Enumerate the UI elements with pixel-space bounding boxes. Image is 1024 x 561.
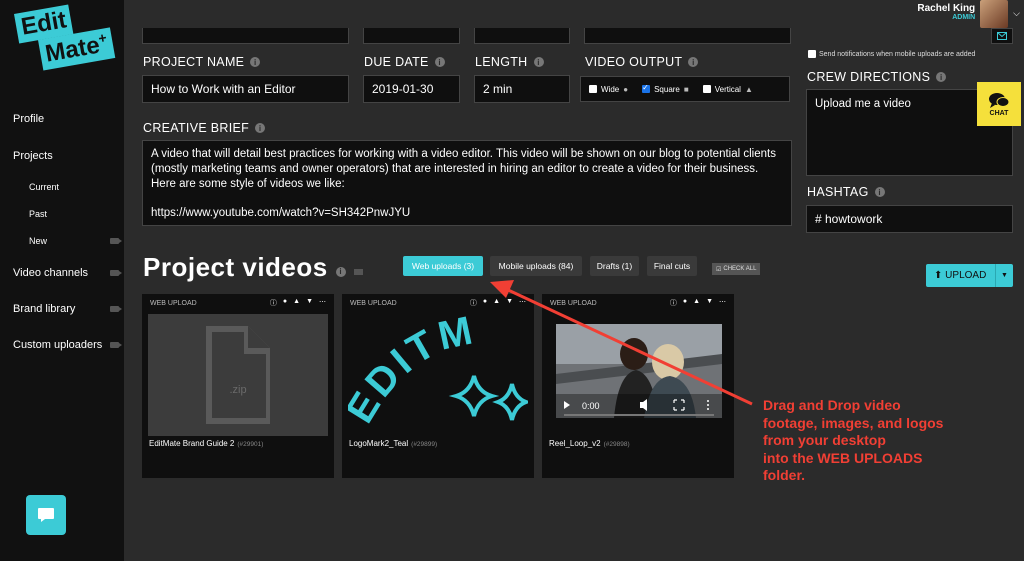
annotation-line: into the WEB UPLOADS bbox=[763, 449, 923, 466]
annotation-line: Drag and Drop video bbox=[763, 397, 901, 413]
annotation-text: Drag and Drop video footage, images, and… bbox=[763, 397, 1013, 485]
annotation-line: folder. bbox=[763, 467, 806, 483]
annotation-line: footage, images, and logos bbox=[763, 414, 944, 431]
annotation-line: from your desktop bbox=[763, 432, 886, 448]
